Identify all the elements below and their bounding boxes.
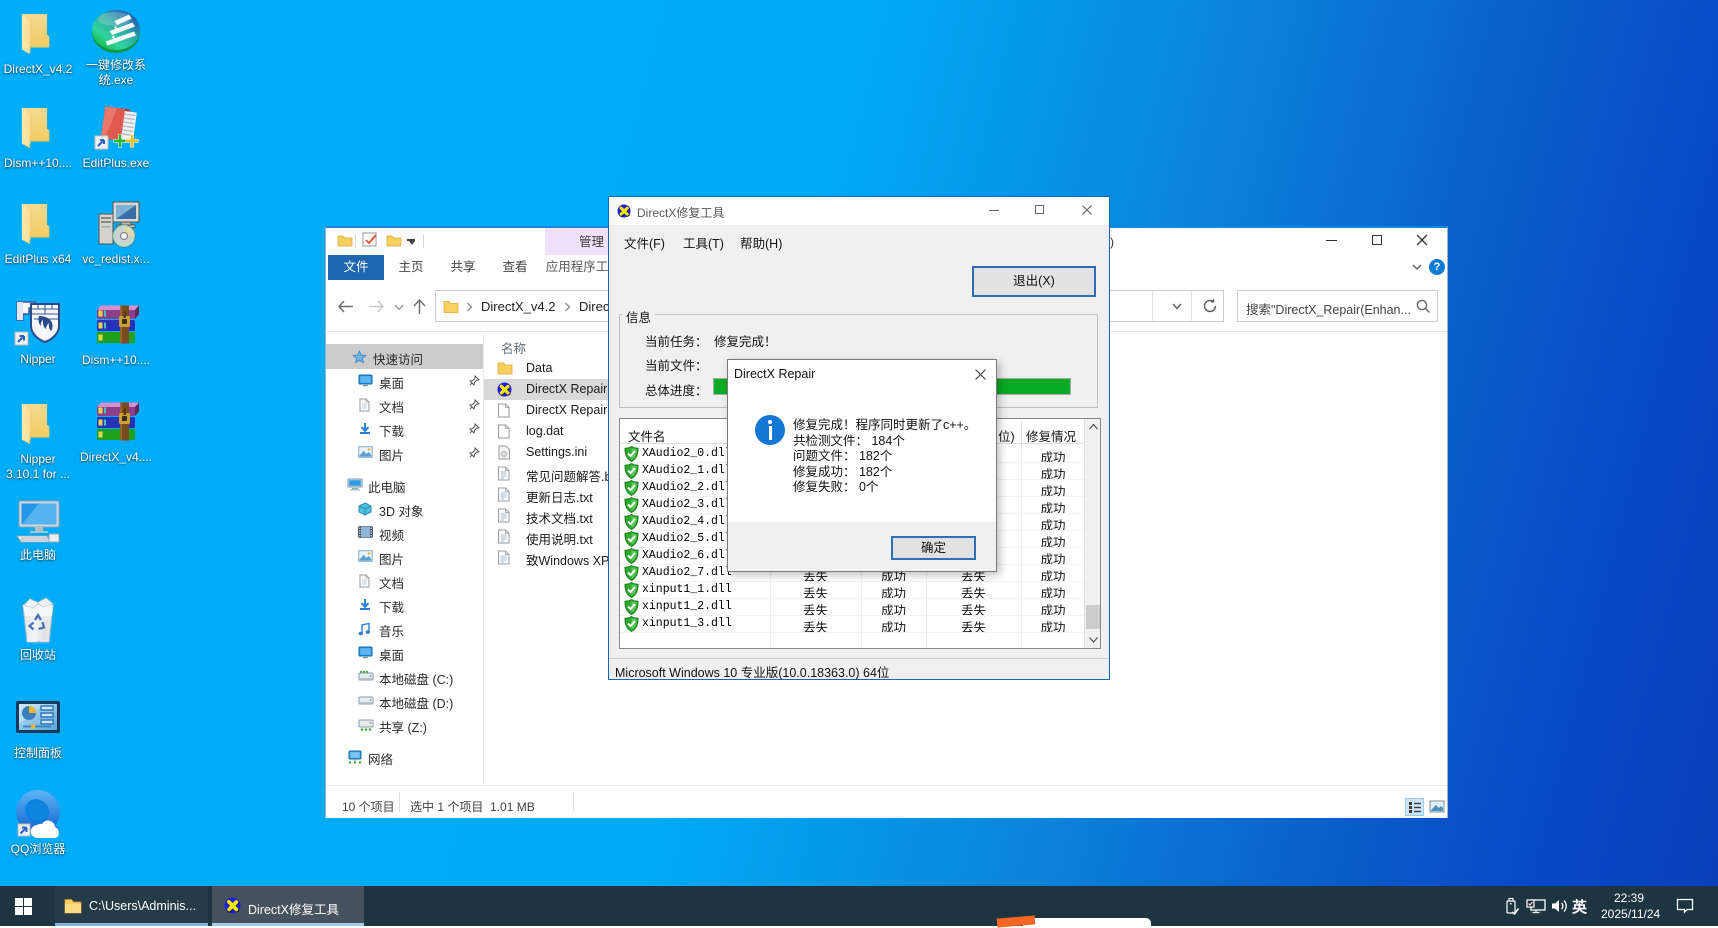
svg-text:+: + <box>125 128 139 152</box>
